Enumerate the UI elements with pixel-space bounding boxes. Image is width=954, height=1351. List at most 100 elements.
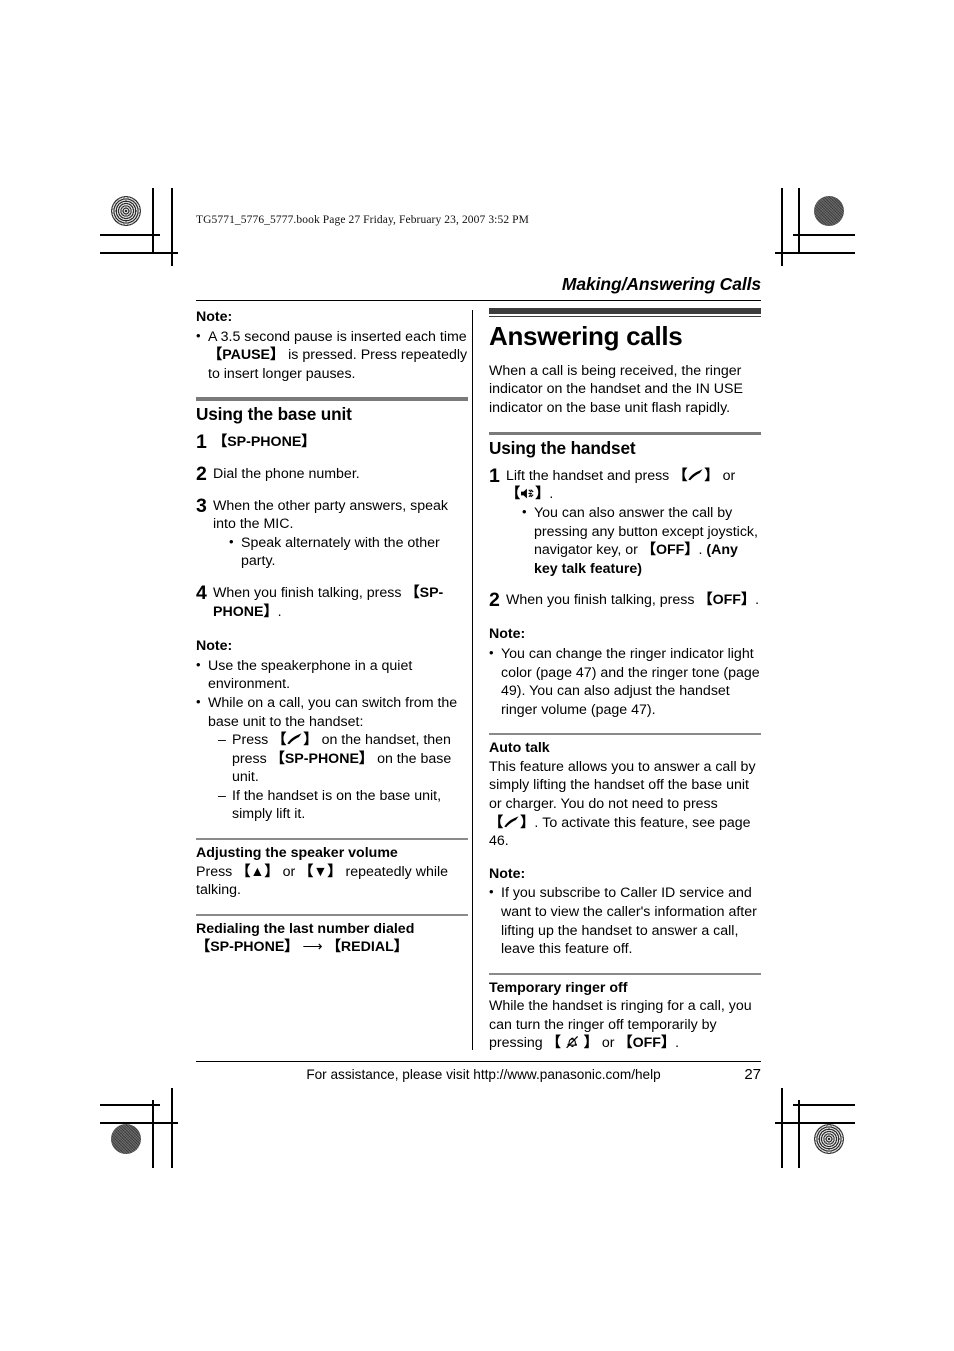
note-text-pre: A 3.5 second pause is inserted each time: [208, 328, 467, 345]
redial-sequence: 【SP-PHONE】 ⟶ 【REDIAL】: [196, 938, 468, 957]
key-label-ringer-off: 【 】: [546, 1035, 598, 1052]
registration-mark: [762, 1118, 788, 1144]
step-text: 【SP-PHONE】: [213, 433, 468, 452]
note-list: Use the speakerphone in a quiet environm…: [196, 656, 468, 824]
step-mid: or: [718, 467, 736, 484]
section-heading-using-handset: Using the handset: [489, 438, 636, 459]
step-post: .: [755, 592, 760, 609]
crop-mark: [798, 1100, 800, 1168]
step-number: 2: [196, 462, 207, 485]
step-post: .: [549, 486, 554, 503]
text-mid: or: [597, 1035, 619, 1052]
text-pre: Press: [196, 863, 237, 880]
list-item: While on a call, you can switch from the…: [196, 693, 468, 824]
text-pre: This feature allows you to answer a call…: [489, 758, 756, 813]
chapter-intro: When a call is being received, the ringe…: [489, 362, 743, 417]
step-number: 1: [489, 464, 500, 487]
density-patch-top-right: [814, 196, 844, 226]
key-label-redial: 【REDIAL】: [326, 939, 408, 956]
key-label-off: 【OFF】: [618, 1035, 676, 1052]
list-item: Use the speakerphone in a quiet environm…: [196, 656, 468, 694]
key-label-volume-down: 【▼】: [299, 863, 342, 880]
talk-handset-icon: [286, 732, 303, 746]
crop-mark: [100, 1122, 178, 1124]
printer-marks-layer: [0, 0, 954, 1351]
text-post: .: [675, 1035, 680, 1052]
step-bullets: Speak alternately with the other party.: [213, 533, 468, 571]
step-number: 2: [489, 589, 500, 612]
note-heading: Note:: [196, 309, 233, 325]
registration-mark: [776, 1075, 802, 1119]
step-text: Lift the handset and press 【】 or 【】. You…: [506, 467, 761, 579]
speaker-volume-text: Press 【▲】 or 【▼】 repeatedly while talkin…: [196, 863, 468, 900]
subsection-rule: [489, 733, 761, 736]
crop-mark: [793, 234, 855, 236]
step-pre: When you finish talking, press: [213, 584, 406, 601]
step-text: When you finish talking, press 【OFF】.: [506, 591, 761, 610]
list-item: Press 【】 on the handset, then press 【SP-…: [218, 731, 468, 787]
sub-list: Press 【】 on the handset, then press 【SP-…: [208, 731, 468, 824]
step-2: 2 Dial the phone number.: [196, 462, 468, 485]
step-bullets: You can also answer the call by pressing…: [506, 503, 761, 578]
step-text: When you finish talking, press 【SP-PHONE…: [213, 584, 468, 621]
subsection-rule: [196, 838, 468, 840]
subheading-speaker-volume: Adjusting the speaker volume: [196, 844, 398, 861]
running-head-rule: [196, 300, 761, 302]
key-label-off: 【OFF】: [641, 542, 699, 559]
note-list: You can change the ringer indicator ligh…: [489, 644, 761, 719]
note-list: A 3.5 second pause is inserted each time…: [196, 327, 468, 384]
crop-mark: [100, 252, 178, 254]
note-block-speakerphone: Note: Use the speakerphone in a quiet en…: [196, 637, 468, 824]
list-item: You can change the ringer indicator ligh…: [489, 644, 761, 719]
density-patch-bottom-right: [814, 1124, 844, 1154]
density-patch-top-left: [111, 196, 141, 226]
chapter-rule-thick: [489, 308, 761, 314]
list-item: A 3.5 second pause is inserted each time…: [196, 327, 468, 384]
subheading-auto-talk: Auto talk: [489, 740, 550, 757]
list-item: You can also answer the call by pressing…: [522, 503, 761, 578]
step-number: 3: [196, 494, 207, 517]
registration-mark: [163, 250, 189, 294]
registration-mark: [812, 648, 838, 692]
note-list: If you subscribe to Caller ID service an…: [489, 883, 761, 958]
file-stamp: TG5771_5776_5777.book Page 27 Friday, Fe…: [196, 214, 529, 226]
registration-mark: [762, 209, 788, 235]
step-1: 1 Lift the handset and press 【】 or 【】. Y…: [489, 464, 761, 579]
step-pre: When you finish talking, press: [506, 592, 699, 609]
key-label-talk: 【】: [272, 732, 318, 749]
section-rule: [489, 431, 761, 436]
registration-mark: [466, 1110, 492, 1154]
crop-mark: [152, 188, 154, 252]
crop-mark: [781, 1088, 783, 1168]
registration-mark: [126, 648, 152, 692]
step-pre: Lift the handset and press: [506, 467, 674, 484]
step-2: 2 When you finish talking, press 【OFF】.: [489, 589, 761, 612]
key-label-pause: 【PAUSE】: [208, 347, 285, 364]
key-label-volume-up: 【▲】: [236, 863, 279, 880]
page-number: 27: [744, 1066, 761, 1083]
talk-handset-icon: [687, 468, 704, 482]
arrow-icon: ⟶: [302, 939, 323, 956]
crop-mark: [171, 188, 173, 266]
list-item: Speak alternately with the other party.: [229, 533, 468, 571]
note-heading: Note:: [196, 638, 233, 655]
talk-handset-icon: [503, 815, 520, 829]
key-label-sp-phone: 【SP-PHONE】: [196, 939, 299, 956]
auto-talk-text: This feature allows you to answer a call…: [489, 758, 761, 851]
left-column: Note: A 3.5 second pause is inserted eac…: [196, 308, 468, 957]
sub-pre: Press: [232, 732, 273, 749]
crop-mark: [798, 188, 800, 252]
registration-mark: [163, 1075, 189, 1119]
running-head: Making/Answering Calls: [561, 274, 761, 294]
subheading-redial: Redialing the last number dialed: [196, 920, 415, 937]
crop-mark: [100, 1104, 160, 1106]
subsection-rule: [489, 972, 761, 975]
speakerphone-icon: [520, 487, 535, 500]
temporary-ringer-off-text: While the handset is ringing for a call,…: [489, 997, 761, 1053]
chapter-title: Answering calls: [489, 320, 683, 351]
note-heading: Note:: [489, 865, 526, 882]
step-text: When the other party answers, speak into…: [213, 497, 468, 571]
step-body: When the other party answers, speak into…: [213, 497, 449, 533]
step-4: 4 When you finish talking, press 【SP-PHO…: [196, 583, 468, 621]
crop-mark: [171, 1088, 173, 1168]
